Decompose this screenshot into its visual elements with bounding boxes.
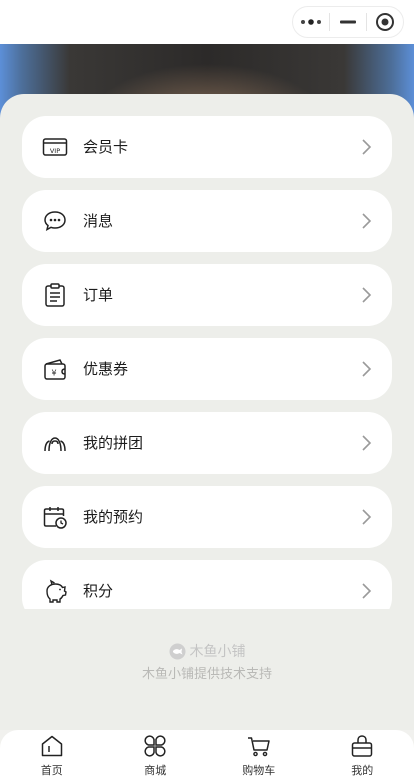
chevron-right-icon xyxy=(362,139,372,155)
menu-item-vip-card[interactable]: VIP 会员卡 xyxy=(22,116,392,178)
brand-name: 木鱼小铺 xyxy=(189,644,246,660)
tab-label: 购物车 xyxy=(242,764,276,777)
cart-icon xyxy=(247,737,270,757)
menu-item-messages[interactable]: 消息 xyxy=(22,190,392,252)
footer-brand: 木鱼小铺 xyxy=(0,640,414,662)
chevron-right-icon xyxy=(362,583,372,599)
calendar-clock-icon xyxy=(43,507,67,529)
tab-home[interactable]: 首页 xyxy=(0,730,104,780)
tab-label: 我的 xyxy=(351,764,374,777)
tab-cart[interactable]: 购物车 xyxy=(207,730,311,780)
menu-item-label: 我的拼团 xyxy=(83,434,144,452)
coupon-wallet-icon: ¥ xyxy=(44,359,66,380)
chevron-right-icon xyxy=(362,435,372,451)
order-clipboard-icon xyxy=(45,283,65,307)
bottom-tab-bar: 首页 商城 购物车 我的 xyxy=(0,730,414,780)
mall-icon xyxy=(144,735,166,757)
home-icon xyxy=(41,735,62,757)
chevron-right-icon xyxy=(362,361,372,377)
tab-mall[interactable]: 商城 xyxy=(104,730,208,780)
more-dots-icon xyxy=(301,19,321,25)
menu-item-group-buy[interactable]: 我的拼团 xyxy=(22,412,392,474)
menu-item-orders[interactable]: 订单 xyxy=(22,264,392,326)
chevron-right-icon xyxy=(362,213,372,229)
menu-item-label: 订单 xyxy=(83,286,114,304)
minimize-icon xyxy=(340,20,356,24)
profile-bag-icon xyxy=(352,735,373,757)
chevron-right-icon xyxy=(362,509,372,525)
menu-item-label: 优惠券 xyxy=(83,360,129,378)
minimize-button[interactable] xyxy=(330,7,366,37)
svg-text:VIP: VIP xyxy=(50,147,60,155)
close-program-button[interactable] xyxy=(367,7,403,37)
svg-text:¥: ¥ xyxy=(51,369,56,378)
menu-item-label: 积分 xyxy=(83,582,114,600)
tab-label: 首页 xyxy=(40,764,63,777)
brand-logo-icon xyxy=(169,643,185,659)
group-buy-icon xyxy=(44,437,66,452)
menu-item-points[interactable]: 积分 xyxy=(22,560,392,609)
target-close-icon xyxy=(376,13,394,31)
menu-item-appointments[interactable]: 我的预约 xyxy=(22,486,392,548)
menu-item-label: 我的预约 xyxy=(83,508,144,526)
tab-label: 商城 xyxy=(144,764,167,777)
menu-item-label: 消息 xyxy=(83,212,114,230)
piggy-bank-icon xyxy=(46,579,67,603)
tab-mine[interactable]: 我的 xyxy=(311,730,414,780)
message-icon xyxy=(44,211,66,231)
vip-card-icon: VIP xyxy=(42,138,68,156)
mini-program-top-bar xyxy=(0,0,414,44)
mini-program-capsule xyxy=(292,6,404,38)
chevron-right-icon xyxy=(362,287,372,303)
powered-by-text: 木鱼小铺提供技术支持 xyxy=(141,667,272,682)
menu-list: VIP 会员卡 消息 订单 ¥ 优惠券 我的拼团 我的预约 积分 xyxy=(0,94,414,609)
more-options-button[interactable] xyxy=(293,7,329,37)
menu-item-coupons[interactable]: ¥ 优惠券 xyxy=(22,338,392,400)
menu-item-label: 会员卡 xyxy=(83,138,129,156)
